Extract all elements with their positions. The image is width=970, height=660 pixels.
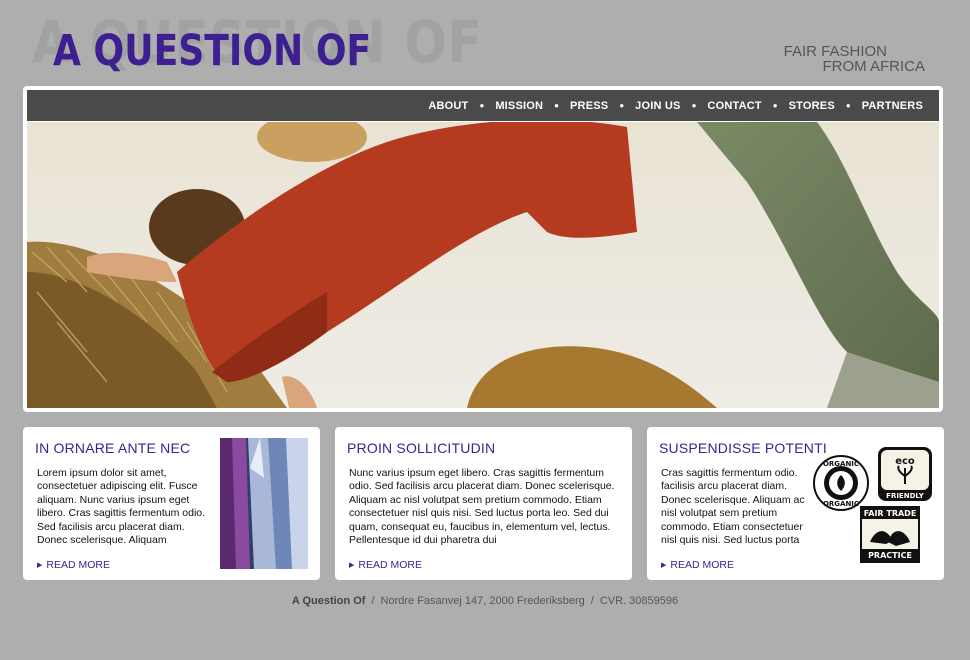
footer-cvr: CVR. 30859596	[599, 595, 679, 607]
tagline: FAIR FASHION FROM AFRICA	[725, 44, 925, 74]
organic-badge-icon: ORGANIC ORGANIC	[813, 455, 869, 511]
nav-join-us[interactable]: JOIN US	[633, 100, 682, 112]
read-more-link[interactable]: ▶ READ MORE	[661, 559, 734, 571]
footer-separator: /	[371, 595, 375, 607]
badge-text: ORGANIC	[823, 460, 859, 468]
badge-text: eco	[895, 456, 915, 467]
footer: A Question Of / Nordre Fasanvej 147, 2000 …	[0, 595, 970, 607]
footer-separator: /	[590, 595, 594, 607]
eco-friendly-badge-icon: eco FRIENDLY	[878, 447, 932, 501]
feature-card-2: PROIN SOLLICITUDIN Nunc varius ipsum ege…	[335, 427, 632, 580]
nav-press[interactable]: PRESS	[568, 100, 610, 112]
tagline-line-1: FAIR FASHION	[783, 43, 887, 60]
hero-photo-illustration	[27, 122, 939, 408]
read-more-link[interactable]: ▶ READ MORE	[37, 559, 110, 571]
nav-partners[interactable]: PARTNERS	[860, 100, 925, 112]
feature-card-3: SUSPENDISSE POTENTI Cras sagittis fermen…	[647, 427, 944, 580]
arrow-right-icon: ▶	[661, 562, 667, 569]
read-more-label: READ MORE	[670, 559, 734, 571]
hero-frame: ABOUT ● MISSION ● PRESS ● JOIN US ● CONT…	[23, 86, 943, 412]
nav-separator: ●	[619, 101, 625, 110]
feature-card-1: IN ORNARE ANTE NEC Lorem ipsum dolor sit…	[23, 427, 320, 580]
badge-text: FRIENDLY	[886, 492, 925, 500]
badge-text: FAIR TRADE	[864, 509, 917, 518]
arrow-right-icon: ▶	[349, 562, 355, 569]
card-title: IN ORNARE ANTE NEC	[35, 440, 191, 456]
nav-separator: ●	[554, 101, 560, 110]
read-more-label: READ MORE	[46, 559, 110, 571]
badge-text: ORGANIC	[823, 500, 859, 508]
arrow-right-icon: ▶	[37, 562, 43, 569]
nav-separator: ●	[845, 101, 851, 110]
footer-company: A Question Of	[291, 595, 366, 607]
card-title: PROIN SOLLICITUDIN	[347, 440, 496, 456]
nav-stores[interactable]: STORES	[787, 100, 837, 112]
card-body: Lorem ipsum dolor sit amet, consectetuer…	[37, 467, 206, 547]
nav-mission[interactable]: MISSION	[493, 100, 545, 112]
nav-separator: ●	[772, 101, 778, 110]
main-nav: ABOUT ● MISSION ● PRESS ● JOIN US ● CONT…	[27, 90, 939, 121]
nav-separator: ●	[691, 101, 697, 110]
badge-text: PRACTICE	[868, 551, 912, 560]
card-title: SUSPENDISSE POTENTI	[659, 440, 827, 456]
read-more-link[interactable]: ▶ READ MORE	[349, 559, 422, 571]
nav-separator: ●	[479, 101, 485, 110]
fair-trade-badge-icon: FAIR TRADE PRACTICE	[860, 506, 920, 563]
card-body: Cras sagittis fermentum odio. facilisis …	[661, 467, 805, 547]
read-more-label: READ MORE	[358, 559, 422, 571]
tagline-line-2: FROM AFRICA	[822, 58, 925, 75]
nav-contact[interactable]: CONTACT	[705, 100, 763, 112]
nav-about[interactable]: ABOUT	[426, 100, 470, 112]
footer-address: Nordre Fasanvej 147, 2000 Frederiksberg	[380, 595, 585, 607]
card-body: Nunc varius ipsum eget libero. Cras sagi…	[349, 467, 615, 547]
site-logo[interactable]: A QUESTION OF	[53, 26, 371, 76]
hero-image	[27, 122, 939, 408]
clothes-photo	[220, 438, 308, 569]
